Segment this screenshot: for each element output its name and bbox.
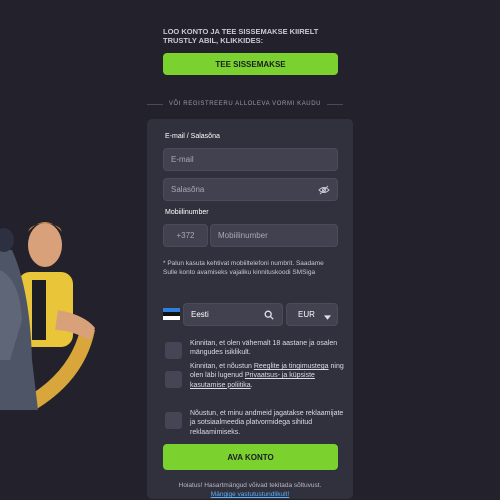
password-placeholder: Salasõna — [171, 185, 205, 194]
mobile-label: Mobiilinumber — [165, 209, 209, 216]
phone-prefix-field[interactable]: +372 — [163, 224, 208, 247]
warning-text: Hoiatus! Hasartmängud võivad tekitada sõ… — [178, 482, 322, 489]
phone-prefix: +372 — [176, 231, 195, 240]
country-value: Eesti — [191, 310, 209, 319]
divider-line-left — [147, 103, 163, 105]
password-field[interactable]: Salasõna — [163, 178, 338, 201]
divider-text: VÕI REGISTREERU ALLOLEVA VORMI KAUDU — [168, 101, 322, 107]
terms-link[interactable]: Reeglite ja tingimustega — [254, 363, 329, 370]
email-field[interactable]: E-mail — [163, 148, 338, 171]
phone-hint: * Palun kasuta kehtivat mobiiltelefoni n… — [163, 260, 324, 276]
estonia-flag-icon — [163, 308, 180, 320]
currency-select[interactable]: EUR — [286, 303, 338, 326]
search-icon — [264, 310, 274, 320]
country-select[interactable]: Eesti — [183, 303, 283, 326]
registration-form: E-mail / Salasõna E-mail Salasõna Mobiil… — [147, 119, 353, 499]
email-password-label: E-mail / Salasõna — [165, 133, 220, 140]
marketing-consent-row[interactable]: Nõustun, et minu andmeid jagatakse rekla… — [165, 409, 345, 437]
mobile-field[interactable]: Mobiilinumber — [210, 224, 338, 247]
deposit-button[interactable]: TEE SISSEMAKSE — [163, 53, 338, 75]
caret-down-icon — [324, 315, 331, 320]
eye-slash-icon[interactable] — [318, 185, 330, 195]
terms-consent-checkbox[interactable] — [165, 371, 182, 388]
hero-players-image — [0, 210, 110, 410]
age-consent-text: Kinnitan, et olen vähemalt 18 aastane ja… — [190, 340, 338, 357]
terms-text-end: . — [250, 381, 253, 389]
age-consent-checkbox[interactable] — [165, 342, 182, 359]
terms-consent-text: Kinnitan, et nõustun Reeglite ja tingimu… — [190, 362, 345, 390]
divider: VÕI REGISTREERU ALLOLEVA VORMI KAUDU — [147, 98, 344, 110]
responsible-gaming-link[interactable]: Mängige vastutustundlikult! — [147, 490, 353, 499]
mobile-placeholder: Mobiilinumber — [218, 231, 268, 240]
age-consent-row[interactable]: Kinnitan, et olen vähemalt 18 aastane ja… — [165, 339, 345, 359]
currency-value: EUR — [298, 310, 315, 319]
country-flag — [163, 303, 180, 325]
terms-text-start: Kinnitan, et nõustun — [190, 363, 254, 370]
divider-line-right — [327, 103, 344, 105]
intro-text: LOO KONTO JA TEE SISSEMAKSE KIIRELT TRUS… — [163, 27, 319, 46]
terms-consent-row[interactable]: Kinnitan, et nõustun Reeglite ja tingimu… — [165, 362, 345, 390]
gambling-warning: Hoiatus! Hasartmängud võivad tekitada sõ… — [147, 481, 353, 499]
create-account-button[interactable]: AVA KONTO — [163, 444, 338, 470]
marketing-consent-text: Nõustun, et minu andmeid jagatakse rekla… — [190, 410, 344, 436]
marketing-consent-checkbox[interactable] — [165, 412, 182, 429]
email-placeholder: E-mail — [171, 155, 194, 164]
